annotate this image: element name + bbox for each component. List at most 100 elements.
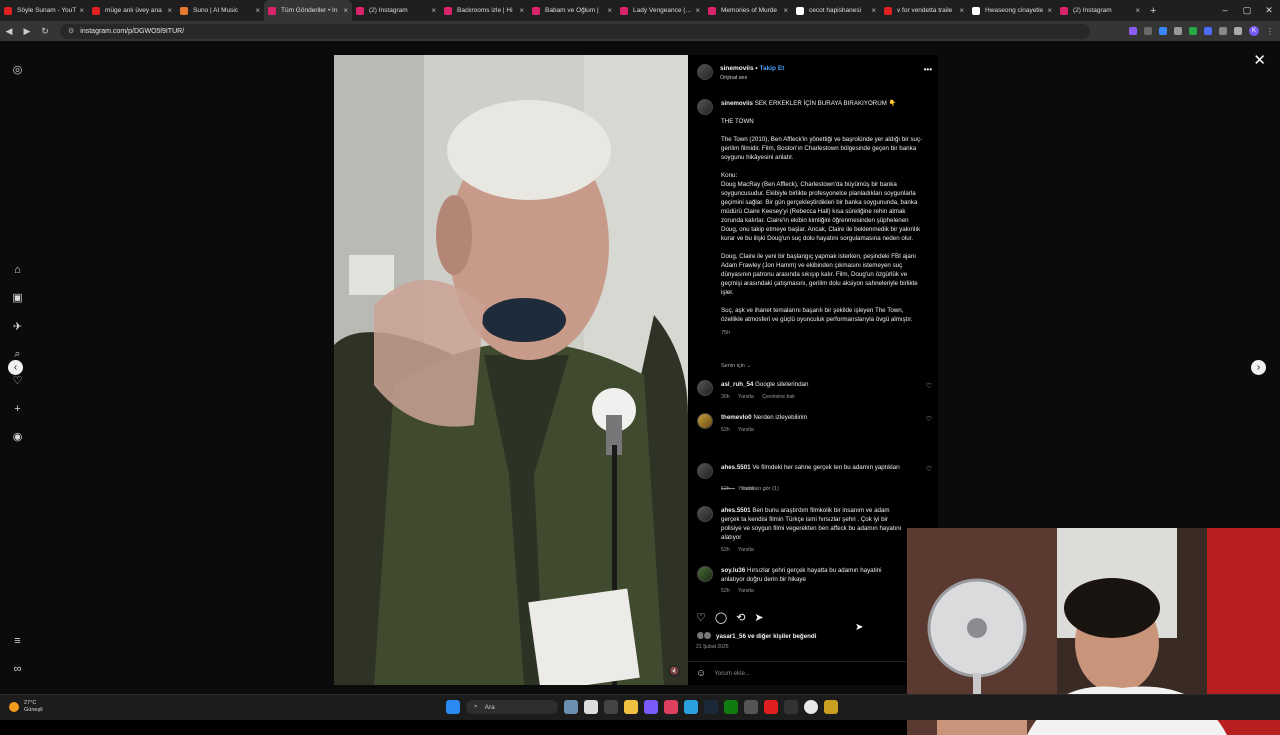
tab-close-icon[interactable]: × bbox=[1135, 6, 1140, 15]
browser-tab[interactable]: Backrooms izle | Hi × bbox=[440, 0, 528, 21]
mute-toggle-icon[interactable]: 🔇 bbox=[668, 665, 681, 678]
commenter-username[interactable]: asl_ruh_54 bbox=[721, 381, 753, 388]
comment-like-heart-icon[interactable]: ♡ bbox=[926, 465, 932, 473]
app-icon[interactable] bbox=[764, 700, 778, 714]
repost-icon[interactable]: ⟲ bbox=[736, 611, 745, 624]
notifications-heart-icon[interactable]: ♡ bbox=[11, 375, 24, 388]
extension-icon[interactable] bbox=[1144, 27, 1152, 35]
comment-sort-dropdown[interactable]: Senin için ⌄ bbox=[721, 363, 751, 369]
meta-icon[interactable]: ∞ bbox=[11, 663, 24, 676]
tab-close-icon[interactable]: × bbox=[167, 6, 172, 15]
browser-tab[interactable]: Söyle Sunam - YouT × bbox=[0, 0, 88, 21]
close-icon[interactable]: ✕ bbox=[1253, 51, 1266, 69]
comment-like-heart-icon[interactable]: ♡ bbox=[926, 382, 932, 390]
previous-post-arrow-icon[interactable]: ‹ bbox=[8, 360, 23, 375]
commenter-avatar[interactable] bbox=[697, 463, 713, 479]
create-icon[interactable]: + bbox=[11, 403, 24, 416]
extension-icon[interactable] bbox=[1129, 27, 1137, 35]
taskbar-search[interactable]: ⌕ Ara bbox=[466, 700, 558, 714]
tab-close-icon[interactable]: × bbox=[1047, 6, 1052, 15]
instagram-logo-icon[interactable]: ◎ bbox=[11, 64, 24, 77]
browser-menu-icon[interactable]: ⋮ bbox=[1266, 27, 1274, 36]
tab-close-icon[interactable]: × bbox=[959, 6, 964, 15]
close-window-icon[interactable]: ✕ bbox=[1258, 0, 1280, 21]
widget-icon[interactable] bbox=[564, 700, 578, 714]
caption-username[interactable]: sinemoviis bbox=[721, 100, 753, 107]
maximize-icon[interactable]: ▢ bbox=[1236, 0, 1258, 21]
comment-bubble-icon[interactable]: ◯ bbox=[715, 611, 727, 624]
reply-button[interactable]: Yanıtla bbox=[738, 427, 754, 433]
steam-icon[interactable] bbox=[704, 700, 718, 714]
windows-start-icon[interactable] bbox=[446, 700, 460, 714]
browser-tab[interactable]: Memories of Murde × bbox=[704, 0, 792, 21]
browser-tab[interactable]: Tüm Gönderiler • In × bbox=[264, 0, 352, 21]
more-options-icon[interactable]: ••• bbox=[924, 65, 932, 74]
profile-icon[interactable]: ◉ bbox=[11, 431, 24, 444]
extension-icon[interactable] bbox=[1204, 27, 1212, 35]
tab-close-icon[interactable]: × bbox=[255, 6, 260, 15]
follow-button[interactable]: Takip Et bbox=[760, 65, 785, 72]
tab-close-icon[interactable]: × bbox=[519, 6, 524, 15]
chrome-icon[interactable] bbox=[804, 700, 818, 714]
settings-gear-icon[interactable] bbox=[744, 700, 758, 714]
downloads-icon[interactable] bbox=[1234, 27, 1242, 35]
reply-button[interactable]: Yanıtla bbox=[738, 547, 754, 553]
xbox-icon[interactable] bbox=[724, 700, 738, 714]
browser-tab[interactable]: Hwaseong cinayetle × bbox=[968, 0, 1056, 21]
next-post-arrow-icon[interactable]: › bbox=[1251, 360, 1266, 375]
app-icon[interactable] bbox=[664, 700, 678, 714]
browser-tab[interactable]: Babam ve Oğlum | × bbox=[528, 0, 616, 21]
tab-close-icon[interactable]: × bbox=[79, 6, 84, 15]
post-video[interactable]: 🔇 bbox=[334, 55, 688, 685]
store-icon[interactable] bbox=[604, 700, 618, 714]
author-avatar[interactable] bbox=[697, 64, 713, 80]
reply-button[interactable]: Yanıtla bbox=[738, 588, 754, 594]
commenter-avatar[interactable] bbox=[697, 506, 713, 522]
author-username[interactable]: sinemoviis bbox=[720, 65, 754, 72]
forward-icon[interactable]: ▶ bbox=[18, 26, 36, 37]
new-tab-button[interactable]: + bbox=[1150, 5, 1156, 17]
like-heart-icon[interactable]: ♡ bbox=[696, 611, 706, 624]
more-menu-icon[interactable]: ≡ bbox=[11, 635, 24, 648]
tab-close-icon[interactable]: × bbox=[431, 6, 436, 15]
weather-widget[interactable]: 27°C Güneşli bbox=[9, 700, 43, 714]
back-icon[interactable]: ◀ bbox=[0, 26, 18, 37]
translate-link[interactable]: Çevirisine bak bbox=[762, 394, 795, 400]
home-icon[interactable]: ⌂ bbox=[11, 264, 24, 277]
share-send-icon[interactable]: ➤ bbox=[754, 611, 763, 624]
browser-tab[interactable]: v for vendetta traile × bbox=[880, 0, 968, 21]
url-bar[interactable]: ⚙ instagram.com/p/DGWO5l9ITUR/ bbox=[60, 23, 1090, 39]
reels-icon[interactable]: ▣ bbox=[11, 292, 24, 305]
emoji-picker-icon[interactable]: ☺ bbox=[696, 668, 706, 679]
profile-avatar[interactable]: K bbox=[1249, 26, 1259, 36]
extension-icon[interactable] bbox=[1189, 27, 1197, 35]
browser-tab[interactable]: cecot hapishanesi × bbox=[792, 0, 880, 21]
commenter-username[interactable]: ahes.5501 bbox=[721, 507, 751, 514]
search-icon[interactable]: ⌕ bbox=[11, 348, 24, 361]
app-icon[interactable] bbox=[784, 700, 798, 714]
commenter-avatar[interactable] bbox=[697, 380, 713, 396]
tab-close-icon[interactable]: × bbox=[783, 6, 788, 15]
reload-icon[interactable]: ↻ bbox=[36, 26, 54, 37]
browser-tab[interactable]: Lady Vengeance (20 × bbox=[616, 0, 704, 21]
commenter-username[interactable]: ahes.5501 bbox=[721, 464, 751, 471]
bookmark-star-icon[interactable] bbox=[1174, 27, 1182, 35]
commenter-username[interactable]: themevlo0 bbox=[721, 414, 752, 421]
tab-close-icon[interactable]: × bbox=[695, 6, 700, 15]
commenter-avatar[interactable] bbox=[697, 413, 713, 429]
tab-close-icon[interactable]: × bbox=[871, 6, 876, 15]
tab-close-icon[interactable]: × bbox=[343, 6, 348, 15]
telegram-icon[interactable] bbox=[684, 700, 698, 714]
extensions-puzzle-icon[interactable] bbox=[1219, 27, 1227, 35]
file-explorer-icon[interactable] bbox=[624, 700, 638, 714]
reply-button[interactable]: Yanıtla bbox=[738, 394, 754, 400]
messages-icon[interactable]: ✈ bbox=[11, 321, 24, 334]
liked-by-text[interactable]: yasar1_56 ve diğer kişiler beğendi bbox=[716, 633, 816, 640]
commenter-avatar[interactable] bbox=[697, 566, 713, 582]
extension-icon[interactable] bbox=[1159, 27, 1167, 35]
site-info-icon[interactable]: ⚙ bbox=[68, 27, 74, 35]
browser-tab[interactable]: müge anlı üvey ana × bbox=[88, 0, 176, 21]
browser-tab[interactable]: Suno | AI Music × bbox=[176, 0, 264, 21]
caption-author-avatar[interactable] bbox=[697, 99, 713, 115]
audio-label[interactable]: Orijinal ses bbox=[720, 75, 747, 81]
